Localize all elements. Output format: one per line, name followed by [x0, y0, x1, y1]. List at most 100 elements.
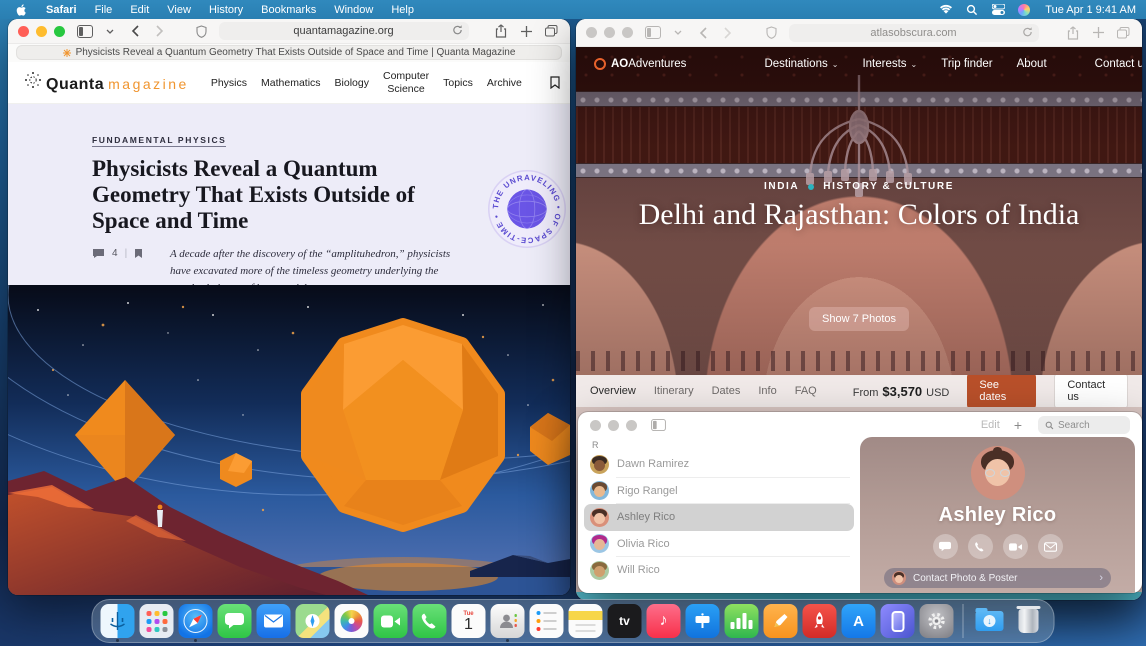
show-photos-button[interactable]: Show 7 Photos: [809, 307, 909, 331]
breadcrumb-history-culture[interactable]: HISTORY & CULTURE: [823, 181, 954, 192]
dock-maps-icon[interactable]: [296, 604, 330, 638]
quanta-logo[interactable]: Quantamagazine: [24, 71, 189, 94]
message-button[interactable]: [933, 534, 958, 559]
video-button[interactable]: [1003, 534, 1028, 559]
dock-tv-icon[interactable]: tv: [608, 604, 642, 638]
series-badge[interactable]: THE UNRAVELING • OF SPACE-TIME •: [488, 170, 566, 248]
menu-app-name[interactable]: Safari: [37, 4, 86, 16]
list-item[interactable]: Rigo Rangel: [584, 478, 854, 505]
dock-finder-icon[interactable]: [101, 604, 135, 638]
dock-keynote-icon[interactable]: [686, 604, 720, 638]
window-controls[interactable]: [18, 26, 65, 37]
contact-detail-avatar[interactable]: [971, 446, 1025, 500]
tab-dates[interactable]: Dates: [712, 385, 741, 397]
address-bar[interactable]: quantamagazine.org: [219, 22, 469, 40]
dock-mail-icon[interactable]: [257, 604, 291, 638]
chevron-down-icon[interactable]: [101, 22, 119, 40]
tab-itinerary[interactable]: Itinerary: [654, 385, 694, 397]
ao-logo[interactable]: AOAdventures: [594, 58, 686, 70]
window-controls[interactable]: [586, 27, 633, 38]
back-icon[interactable]: [694, 24, 712, 42]
dock-pages-icon[interactable]: [764, 604, 798, 638]
apple-menu-icon[interactable]: [16, 4, 27, 16]
nav-about[interactable]: About: [1017, 58, 1047, 70]
dock-reminders-icon[interactable]: [530, 604, 564, 638]
nav-biology[interactable]: Biology: [335, 77, 369, 89]
nav-contact-us[interactable]: Contact us⌄: [1095, 58, 1142, 70]
list-item-selected[interactable]: Ashley Rico: [584, 504, 854, 531]
dock-numbers-icon[interactable]: [725, 604, 759, 638]
menu-item-window[interactable]: Window: [325, 4, 382, 16]
dock-facetime-icon[interactable]: [374, 604, 408, 638]
control-center-icon[interactable]: [991, 4, 1005, 16]
list-item[interactable]: Olivia Rico: [584, 531, 854, 558]
sidebar-icon[interactable]: [649, 416, 667, 434]
share-icon[interactable]: [1064, 24, 1082, 42]
dock-appstore-icon[interactable]: A: [842, 604, 876, 638]
email-button[interactable]: [1038, 534, 1063, 559]
dock-trash-icon[interactable]: [1012, 604, 1046, 638]
forward-icon[interactable]: [151, 22, 169, 40]
nav-physics[interactable]: Physics: [211, 77, 247, 89]
dock-rocket-icon[interactable]: [803, 604, 837, 638]
privacy-shield-icon[interactable]: [193, 22, 211, 40]
see-dates-button[interactable]: See dates: [967, 373, 1036, 409]
menu-item-view[interactable]: View: [158, 4, 200, 16]
reload-icon[interactable]: [452, 24, 463, 39]
nav-topics[interactable]: Topics: [443, 77, 473, 89]
add-contact-button[interactable]: +: [1014, 417, 1022, 433]
sidebar-icon[interactable]: [76, 22, 94, 40]
menu-clock[interactable]: Tue Apr 1 9:41 AM: [1045, 4, 1136, 16]
comments-icon[interactable]: [92, 248, 105, 259]
reload-icon[interactable]: [1022, 26, 1033, 41]
tab-overview-icon[interactable]: [542, 22, 560, 40]
nav-destinations[interactable]: Destinations⌄: [764, 58, 838, 70]
dock-messages-icon[interactable]: [218, 604, 252, 638]
forward-icon[interactable]: [719, 24, 737, 42]
wifi-icon[interactable]: [939, 4, 953, 16]
article-kicker[interactable]: FUNDAMENTAL PHYSICS: [92, 135, 226, 147]
dock-safari-icon[interactable]: [179, 604, 213, 638]
nav-computer-science[interactable]: Computer Science: [383, 70, 429, 94]
nav-archive[interactable]: Archive: [487, 77, 522, 89]
list-item[interactable]: Dawn Ramirez: [584, 451, 854, 478]
tab-overview-icon[interactable]: [1114, 24, 1132, 42]
breadcrumb-india[interactable]: INDIA: [764, 181, 799, 192]
dock-iphone-mirroring-icon[interactable]: [881, 604, 915, 638]
tab-overview[interactable]: Overview: [590, 385, 636, 397]
list-item[interactable]: Will Rico: [584, 557, 854, 584]
nav-mathematics[interactable]: Mathematics: [261, 77, 321, 89]
menu-item-history[interactable]: History: [200, 4, 252, 16]
address-bar[interactable]: atlasobscura.com: [789, 24, 1039, 42]
dock-settings-icon[interactable]: [920, 604, 954, 638]
menu-item-edit[interactable]: Edit: [121, 4, 158, 16]
dock-downloads-icon[interactable]: ↓: [973, 604, 1007, 638]
comments-count[interactable]: 4: [112, 248, 118, 259]
dock-contacts-icon[interactable]: [491, 604, 525, 638]
menu-item-help[interactable]: Help: [382, 4, 423, 16]
dock-apps-icon[interactable]: [140, 604, 174, 638]
window-controls[interactable]: [590, 420, 637, 431]
back-icon[interactable]: [126, 22, 144, 40]
privacy-shield-icon[interactable]: [763, 24, 781, 42]
siri-icon[interactable]: [1017, 4, 1031, 16]
tab-info[interactable]: Info: [758, 385, 776, 397]
contact-us-button[interactable]: Contact us: [1054, 373, 1128, 409]
menu-item-file[interactable]: File: [86, 4, 122, 16]
nav-trip-finder[interactable]: Trip finder: [941, 58, 992, 70]
sidebar-icon[interactable]: [644, 24, 662, 42]
tab-quanta[interactable]: Physicists Reveal a Quantum Geometry Tha…: [16, 45, 562, 60]
chevron-down-icon[interactable]: [669, 24, 687, 42]
dock-photos-icon[interactable]: [335, 604, 369, 638]
new-tab-icon[interactable]: [1089, 24, 1107, 42]
dock-notes-icon[interactable]: [569, 604, 603, 638]
dock-music-icon[interactable]: ♪: [647, 604, 681, 638]
contact-photo-poster-row[interactable]: Contact Photo & Poster ›: [884, 568, 1111, 588]
nav-interests[interactable]: Interests⌄: [862, 58, 917, 70]
edit-button[interactable]: Edit: [981, 419, 1000, 431]
new-tab-icon[interactable]: [517, 22, 535, 40]
search-input[interactable]: Search: [1038, 416, 1130, 434]
spotlight-icon[interactable]: [965, 4, 979, 16]
tab-faq[interactable]: FAQ: [795, 385, 817, 397]
menu-item-bookmarks[interactable]: Bookmarks: [252, 4, 325, 16]
